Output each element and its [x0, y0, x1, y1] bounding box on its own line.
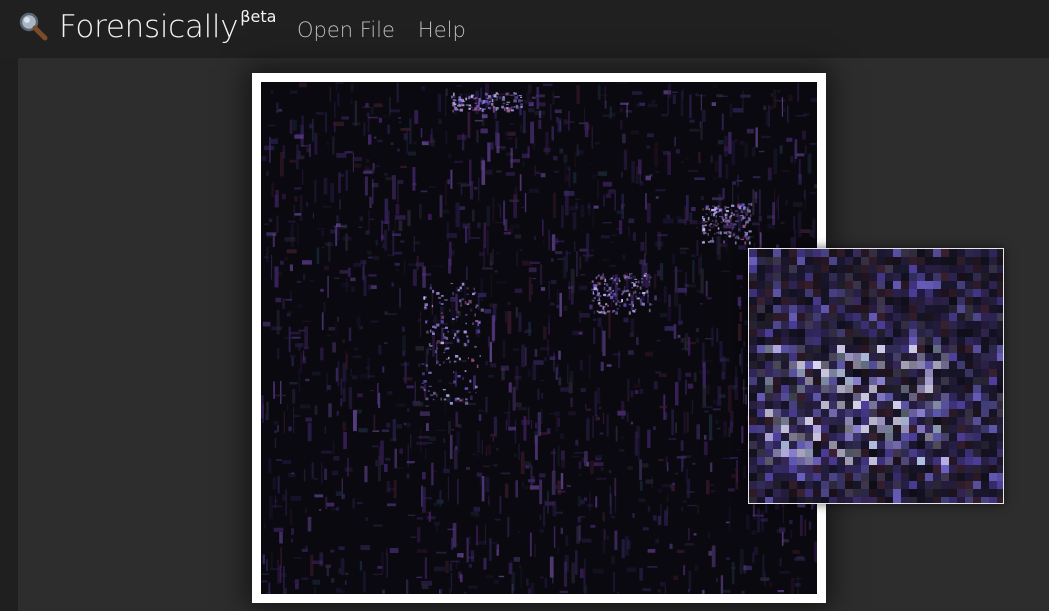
open-file-link[interactable]: Open File — [297, 15, 395, 45]
main-nav: Open File Help — [297, 15, 466, 45]
top-bar: Forensically βeta Open File Help — [0, 0, 1049, 58]
analysis-image[interactable] — [261, 82, 817, 594]
magnifying-glass-icon — [18, 8, 48, 45]
help-link[interactable]: Help — [418, 15, 466, 45]
brand[interactable]: Forensically βeta — [18, 8, 276, 48]
beta-badge: βeta — [240, 7, 277, 26]
app-title: Forensically — [59, 9, 239, 45]
magnifier-loupe — [748, 248, 1004, 504]
